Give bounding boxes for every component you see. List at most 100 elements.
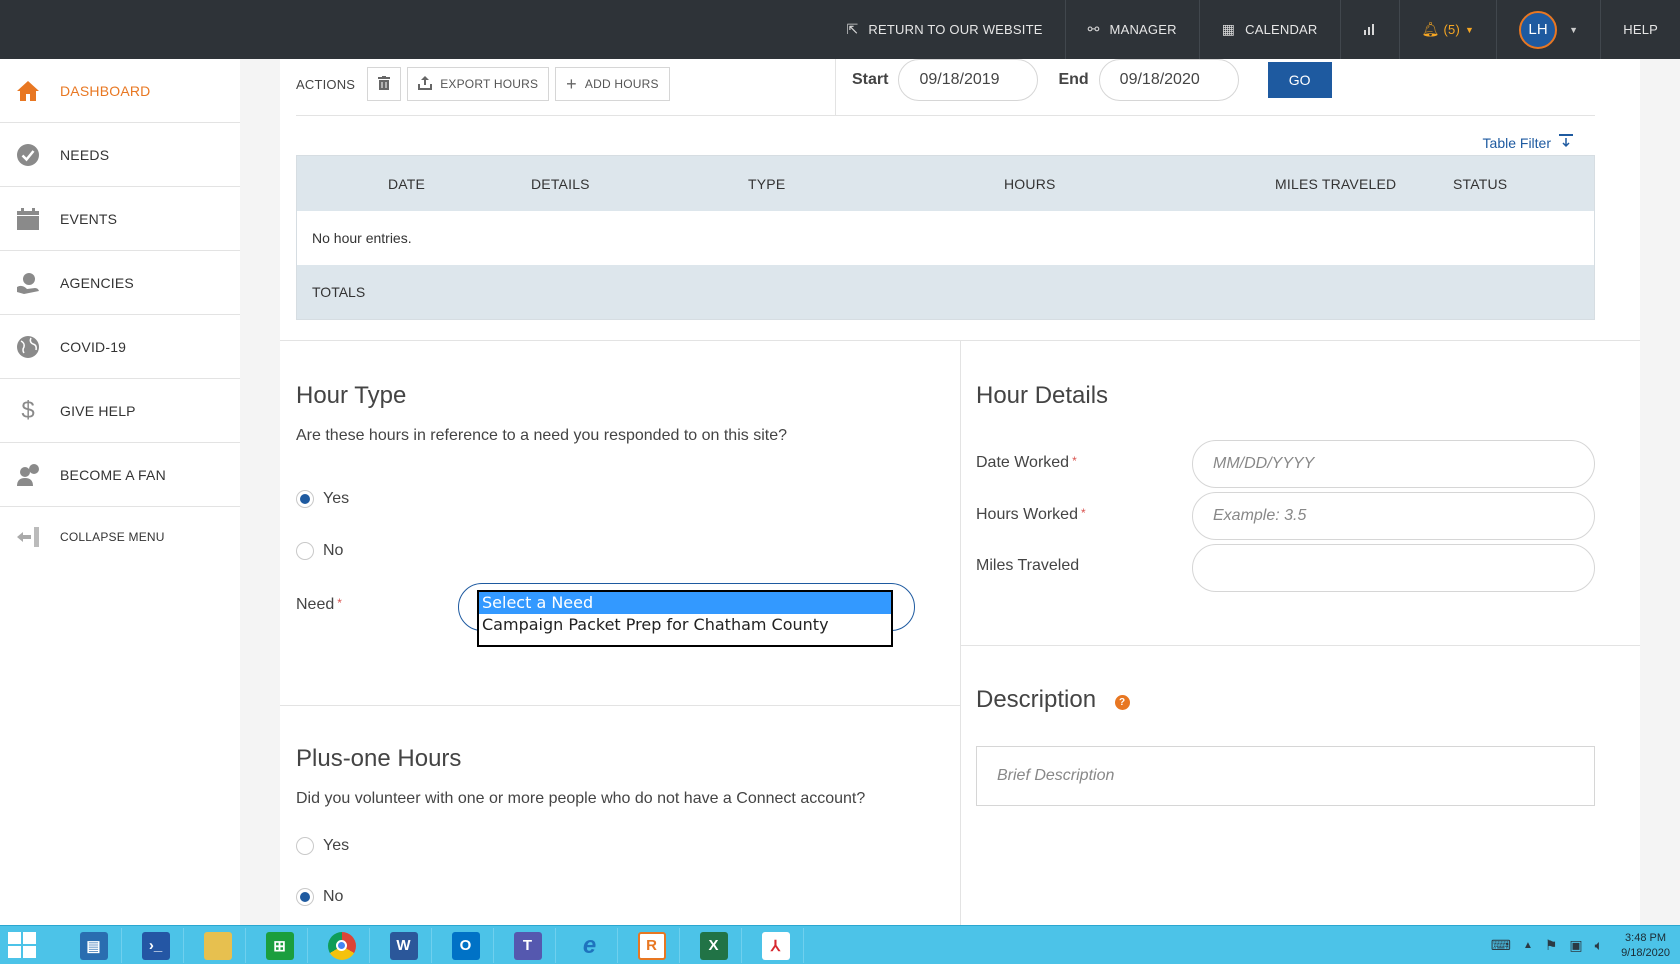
divider: [296, 115, 1595, 116]
plus-icon: +: [566, 73, 577, 94]
description-title: Description: [976, 686, 1097, 713]
column-header-status[interactable]: STATUS: [1453, 176, 1507, 192]
sidebar-item-covid[interactable]: COVID-19: [0, 315, 240, 379]
description-header: Description ?: [976, 686, 1130, 714]
network-icon[interactable]: ▣: [1569, 937, 1582, 954]
end-date-input[interactable]: 09/18/2020: [1098, 59, 1239, 101]
export-hours-button[interactable]: EXPORT HOURS: [407, 67, 550, 101]
column-header-hours[interactable]: HOURS: [1004, 176, 1056, 192]
sidebar-item-give-help[interactable]: $ GIVE HELP: [0, 379, 240, 443]
help-question-icon[interactable]: ?: [1114, 695, 1130, 711]
bar-chart-icon: [1363, 22, 1377, 38]
start-label: Start: [852, 71, 889, 88]
start-date-input[interactable]: 09/18/2019: [898, 59, 1039, 101]
windows-start-icon[interactable]: [8, 932, 38, 958]
folder-icon: [203, 931, 232, 960]
flag-icon[interactable]: ⚑: [1545, 937, 1558, 954]
outlook-icon: O: [451, 931, 480, 960]
taskbar-app-file-explorer[interactable]: [190, 928, 246, 963]
need-option[interactable]: Select a Need: [479, 592, 891, 614]
taskbar-app-acrobat[interactable]: ⅄: [748, 928, 804, 963]
plus-one-title: Plus-one Hours: [296, 745, 462, 772]
hour-type-no-radio[interactable]: No: [296, 542, 343, 560]
volume-icon[interactable]: 🔈︎: [1595, 937, 1603, 954]
filter-icon: [1559, 134, 1573, 151]
description-textarea[interactable]: Brief Description: [976, 746, 1595, 806]
avatar: LH: [1519, 10, 1558, 49]
plus-one-yes-radio[interactable]: Yes: [296, 837, 349, 855]
return-to-website-link[interactable]: ⇱ RETURN TO OUR WEBSITE: [824, 0, 1064, 59]
excel-icon: X: [699, 931, 728, 960]
miles-traveled-label: Miles Traveled: [976, 557, 1080, 574]
taskbar-app-powershell[interactable]: ›_: [128, 928, 184, 963]
hour-type-yes-radio[interactable]: Yes: [296, 490, 349, 508]
sidebar-item-label: AGENCIES: [60, 274, 134, 291]
agency-icon: [14, 269, 42, 297]
clock-date: 9/18/2020: [1621, 946, 1670, 959]
divider: [835, 59, 836, 116]
sidebar-item-become-a-fan[interactable]: BECOME A FAN: [0, 443, 240, 507]
column-header-type[interactable]: TYPE: [748, 176, 785, 192]
taskbar-app-network[interactable]: ▤: [66, 928, 122, 963]
hour-type-title: Hour Type: [296, 382, 407, 409]
taskbar-app-excel[interactable]: X: [686, 928, 742, 963]
plus-one-no-radio[interactable]: No: [296, 888, 343, 906]
keyboard-icon[interactable]: ⌨: [1491, 937, 1511, 954]
chevron-up-icon[interactable]: ▲: [1523, 940, 1533, 951]
taskbar-clock[interactable]: 3:48 PM 9/18/2020: [1621, 931, 1670, 961]
date-range: Start 09/18/2019 End 09/18/2020 GO: [852, 59, 1332, 101]
table-filter-button[interactable]: Table Filter: [1483, 134, 1573, 151]
taskbar-app-store[interactable]: ⊞: [252, 928, 308, 963]
dollar-icon: $: [21, 396, 35, 424]
sidebar-item-needs[interactable]: NEEDS: [0, 123, 240, 187]
need-option[interactable]: Campaign Packet Prep for Chatham County: [479, 614, 891, 636]
sidebar-item-label: COLLAPSE MENU: [60, 530, 165, 544]
taskbar-app-chrome[interactable]: [314, 928, 370, 963]
column-header-miles-traveled[interactable]: MILES TRAVELED: [1275, 176, 1396, 192]
go-button[interactable]: GO: [1267, 62, 1332, 98]
taskbar-app-internet-explorer[interactable]: e: [562, 928, 618, 963]
taskbar-app-r[interactable]: R: [624, 928, 680, 963]
taskbar-app-outlook[interactable]: O: [438, 928, 494, 963]
notifications-button[interactable]: 🔔︎ (5) ▼: [1398, 0, 1497, 59]
column-header-date[interactable]: DATE: [388, 176, 425, 192]
acrobat-icon: ⅄: [761, 931, 790, 960]
manager-link[interactable]: ⚯ MANAGER: [1064, 0, 1199, 59]
r-app-icon: R: [637, 931, 666, 960]
table-totals-row: TOTALS: [297, 265, 1594, 319]
plus-one-question: Did you volunteer with one or more peopl…: [296, 790, 866, 807]
plus-one-yes-label: Yes: [323, 837, 350, 854]
bell-icon: 🔔︎: [1421, 21, 1440, 37]
date-worked-label-text: Date Worked: [976, 454, 1070, 471]
date-worked-input[interactable]: MM/DD/YYYY: [1192, 440, 1595, 488]
stats-link[interactable]: [1339, 0, 1399, 59]
return-to-website-label: RETURN TO OUR WEBSITE: [868, 22, 1043, 37]
taskbar-app-word[interactable]: W: [376, 928, 432, 963]
delete-button[interactable]: [367, 67, 402, 101]
network-drive-icon: ▤: [79, 931, 108, 960]
calendar-link[interactable]: ▦ CALENDAR: [1198, 0, 1340, 59]
sidebar-item-events[interactable]: EVENTS: [0, 187, 240, 251]
required-marker: *: [1072, 454, 1077, 468]
collapse-menu-button[interactable]: COLLAPSE MENU: [0, 507, 240, 567]
user-menu-button[interactable]: LH ▼: [1496, 0, 1600, 59]
teams-icon: T: [513, 931, 542, 960]
sidebar-item-label: EVENTS: [60, 210, 118, 227]
sidebar-item-agencies[interactable]: AGENCIES: [0, 251, 240, 315]
sidebar-item-dashboard[interactable]: DASHBOARD: [0, 59, 240, 123]
add-hours-button[interactable]: + ADD HOURS: [555, 67, 670, 101]
column-header-details[interactable]: DETAILS: [531, 176, 590, 192]
table-empty-row: No hour entries.: [297, 211, 1594, 265]
need-label-text: Need: [296, 596, 335, 613]
collapse-arrow-icon: [14, 523, 42, 551]
taskbar-app-teams[interactable]: T: [500, 928, 556, 963]
hours-worked-label: Hours Worked *: [976, 506, 1086, 524]
radio-unselected-icon: [296, 837, 314, 855]
fan-icon: [14, 461, 42, 489]
plus-one-no-label: No: [323, 888, 344, 905]
store-icon: ⊞: [265, 931, 294, 960]
hours-worked-input[interactable]: Example: 3.5: [1192, 492, 1595, 540]
help-link[interactable]: HELP: [1600, 0, 1680, 59]
main-panel: ACTIONS EXPORT HOURS + ADD HOURS Start 0…: [280, 59, 1640, 925]
miles-traveled-input[interactable]: [1192, 544, 1595, 592]
